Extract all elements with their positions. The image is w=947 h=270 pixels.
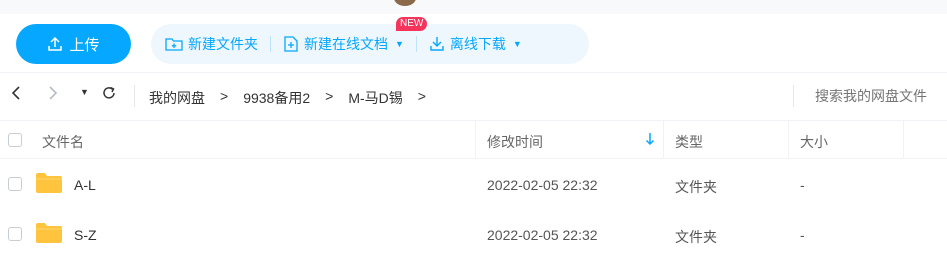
folder-plus-icon	[165, 38, 183, 51]
action-group: 新建文件夹 新建在线文档 ▼ 离线下载 ▼	[151, 24, 589, 64]
upload-label: 上传	[69, 36, 100, 54]
divider	[793, 85, 794, 107]
breadcrumb-separator-icon: >	[325, 88, 334, 104]
column-type-header[interactable]: 类型	[675, 132, 703, 152]
divider	[903, 121, 904, 159]
breadcrumb-separator-icon: >	[417, 88, 426, 104]
back-icon[interactable]	[10, 85, 22, 106]
new-online-doc-label: 新建在线文档	[304, 36, 388, 52]
column-name-header[interactable]: 文件名	[42, 132, 84, 152]
divider	[663, 121, 664, 159]
sort-down-icon[interactable]	[645, 132, 655, 149]
file-size: -	[800, 177, 805, 193]
breadcrumb-item[interactable]: M-马D锡	[348, 88, 402, 108]
top-strip	[0, 0, 947, 14]
table-row[interactable]: S-Z 2022-02-05 22:32 文件夹 -	[0, 210, 947, 260]
file-name[interactable]: A-L	[74, 177, 96, 193]
upload-icon	[48, 36, 63, 51]
divider	[788, 121, 789, 159]
divider	[134, 85, 135, 107]
row-checkbox[interactable]	[8, 177, 22, 191]
new-badge: NEW	[396, 17, 428, 31]
download-icon	[430, 37, 444, 51]
search-input[interactable]	[815, 88, 945, 104]
chevron-down-icon: ▼	[512, 39, 522, 49]
forward-icon[interactable]	[47, 85, 59, 106]
divider	[415, 36, 417, 52]
nav-bar: ▼ 我的网盘 > 9938备用2 > M-马D锡 >	[0, 72, 947, 118]
file-size: -	[800, 227, 805, 243]
chevron-down-icon: ▼	[395, 39, 404, 49]
offline-download-label: 离线下载	[449, 36, 506, 52]
folder-icon	[36, 173, 62, 193]
file-name[interactable]: S-Z	[74, 227, 97, 243]
divider	[270, 36, 271, 52]
table-header: 文件名 修改时间 类型 大小	[0, 120, 947, 159]
breadcrumb-item[interactable]: 我的网盘	[149, 88, 205, 108]
select-all-checkbox[interactable]	[8, 133, 22, 147]
offline-download-button[interactable]: 离线下载 ▼	[429, 34, 522, 54]
breadcrumb-separator-icon: >	[220, 88, 229, 104]
column-size-header[interactable]: 大小	[800, 132, 828, 152]
file-type: 文件夹	[675, 229, 717, 245]
modified-time: 2022-02-05 22:32	[487, 177, 598, 193]
breadcrumb: 我的网盘 > 9938备用2 > M-马D锡 >	[149, 88, 441, 108]
toolbar: 上传 新建文件夹 新建在线文档 ▼ 离线下载 ▼ NEW	[0, 14, 947, 72]
online-doc-icon	[284, 36, 298, 52]
refresh-icon[interactable]	[101, 85, 117, 106]
breadcrumb-item[interactable]: 9938备用2	[243, 88, 310, 108]
file-type: 文件夹	[675, 179, 717, 195]
column-modified-header[interactable]: 修改时间	[487, 132, 543, 152]
new-online-doc-button[interactable]: 新建在线文档 ▼	[283, 34, 404, 54]
table-row[interactable]: A-L 2022-02-05 22:32 文件夹 -	[0, 160, 947, 210]
folder-icon	[36, 223, 62, 243]
modified-time: 2022-02-05 22:32	[487, 227, 598, 243]
new-folder-button[interactable]: 新建文件夹	[165, 34, 258, 54]
new-folder-label: 新建文件夹	[188, 36, 258, 52]
row-checkbox[interactable]	[8, 227, 22, 241]
upload-button[interactable]: 上传	[16, 24, 131, 64]
divider	[475, 121, 476, 159]
dropdown-icon[interactable]: ▼	[80, 87, 89, 97]
